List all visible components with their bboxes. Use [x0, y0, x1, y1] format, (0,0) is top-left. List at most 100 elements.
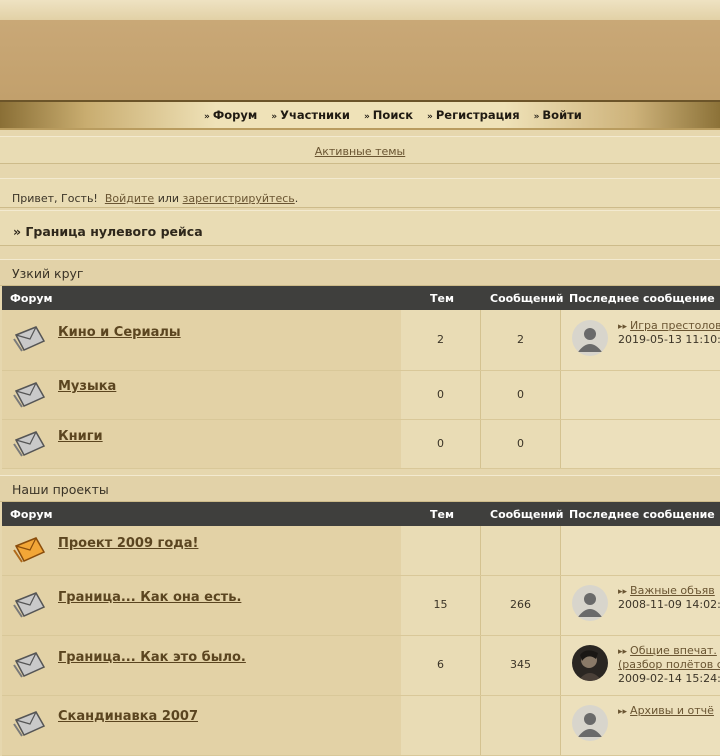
double-chevron-icon: »	[427, 112, 433, 122]
forum-link[interactable]: Граница... Как она есть.	[58, 590, 241, 605]
greeting-or: или	[157, 192, 180, 205]
last-post-date: 2009-02-14 15:24:	[618, 672, 720, 685]
last-post-title: Игра престолов	[630, 319, 720, 332]
topics-count: 2	[437, 333, 444, 346]
nav-members[interactable]: » Участники	[271, 108, 350, 122]
breadcrumb: » Граница нулевого рейса	[0, 210, 720, 246]
user-avatar-icon[interactable]	[572, 585, 608, 621]
last-post-title: Важные объяв	[630, 584, 715, 597]
posts-cell	[481, 696, 561, 755]
forum-link[interactable]: Книги	[58, 429, 103, 444]
posts-count: 266	[510, 598, 531, 611]
envelope-grey-icon	[13, 431, 46, 457]
topics-cell	[401, 696, 481, 755]
nav-register[interactable]: » Регистрация	[427, 108, 520, 122]
forum-link[interactable]: Граница... Как это было.	[58, 650, 246, 665]
nav-register-label: Регистрация	[435, 108, 520, 122]
user-avatar-icon[interactable]	[572, 705, 608, 741]
last-post-date: 2008-11-09 14:02:	[618, 598, 720, 611]
posts-count: 0	[517, 437, 524, 450]
nav-login-label: Войти	[542, 108, 582, 122]
last-post-title: Архивы и отчё	[630, 704, 714, 717]
breadcrumb-title[interactable]: » Граница нулевого рейса	[13, 224, 203, 239]
topics-count: 0	[437, 437, 444, 450]
last-post-cell: ▸▸ Игра престолов 2019-05-13 11:10:	[561, 310, 720, 370]
last-post-cell	[561, 526, 720, 575]
user-avatar-icon[interactable]	[572, 320, 608, 356]
last-post-date: 2019-05-13 11:10:	[618, 333, 720, 346]
last-post-cell: ▸▸ Архивы и отчё	[561, 696, 720, 755]
category-header: Узкий круг	[0, 259, 720, 286]
forum-row: Проект 2009 года!	[2, 526, 720, 576]
col-forum: Форум	[10, 508, 53, 521]
col-posts: Сообщений	[490, 508, 564, 521]
nav-members-label: Участники	[280, 108, 350, 122]
main-nav: » Форум » Участники » Поиск » Регистрация » В…	[0, 100, 720, 130]
last-post-link[interactable]: ▸▸ Общие впечат.	[618, 644, 717, 657]
posts-cell	[481, 526, 561, 575]
go-to-post-icon: ▸▸	[618, 647, 628, 657]
nav-forum[interactable]: » Форум	[204, 108, 257, 122]
double-chevron-icon: »	[363, 112, 370, 122]
last-post-cell	[561, 371, 720, 419]
login-link[interactable]: Войдите	[105, 192, 154, 205]
col-last: Последнее сообщение	[569, 292, 715, 305]
col-topics: Тем	[430, 508, 454, 521]
category-title: Узкий круг	[12, 266, 84, 281]
topics-count: 0	[437, 388, 444, 401]
col-last: Последнее сообщение	[569, 508, 715, 521]
forum-cell: Скандинавка 2007	[2, 696, 402, 755]
go-to-post-icon: ▸▸	[618, 322, 628, 332]
forum-cell: Книги	[2, 420, 402, 468]
forum-cell: Кино и Сериалы	[2, 310, 402, 370]
posts-cell: 0	[481, 371, 561, 419]
last-post-title-cont: (разбор полётов с	[618, 658, 720, 671]
posts-count: 0	[517, 388, 524, 401]
forum-row: Музыка 0 0	[2, 371, 720, 420]
last-post-link[interactable]: ▸▸ Игра престолов	[618, 319, 720, 332]
col-posts: Сообщений	[490, 292, 564, 305]
forum-row: Скандинавка 2007 ▸▸ Архивы и отчё	[2, 696, 720, 756]
register-link[interactable]: зарегистрируйтесь	[183, 192, 295, 205]
last-post-cell: ▸▸ Общие впечат. (разбор полётов с 2009-0…	[561, 636, 720, 695]
topics-cell: 15	[401, 576, 481, 635]
forum-link[interactable]: Скандинавка 2007	[58, 709, 198, 724]
go-to-post-icon: ▸▸	[618, 587, 628, 597]
forum-cell: Музыка	[2, 371, 402, 419]
last-post-link[interactable]: ▸▸ Архивы и отчё	[618, 704, 714, 717]
nav-search-label: Поиск	[372, 108, 414, 122]
last-post-link[interactable]: ▸▸ Важные объяв	[618, 584, 715, 597]
topics-cell: 0	[401, 420, 481, 468]
col-topics: Тем	[430, 292, 454, 305]
forum-link[interactable]: Кино и Сериалы	[58, 325, 181, 340]
double-chevron-icon: »	[204, 112, 210, 122]
forum-row: Граница... Как она есть. 15 266 ▸▸ Важные…	[2, 576, 720, 636]
posts-cell: 2	[481, 310, 561, 370]
forum-row: Граница... Как это было. 6 345 ▸▸ Общие в…	[2, 636, 720, 696]
nav-login[interactable]: » Войти	[534, 108, 582, 122]
forum-link[interactable]: Проект 2009 года!	[58, 536, 198, 551]
last-post-cell: ▸▸ Важные объяв 2008-11-09 14:02:	[561, 576, 720, 635]
user-avatar-icon[interactable]	[572, 645, 608, 681]
double-chevron-icon: »	[271, 112, 278, 122]
forum-link[interactable]: Музыка	[58, 379, 116, 394]
posts-cell: 345	[481, 636, 561, 695]
last-post-title: Общие впечат.	[630, 644, 717, 657]
greeting-text: Привет, Гость!	[12, 192, 98, 205]
nav-search[interactable]: » Поиск	[364, 108, 413, 122]
header-banner	[0, 20, 720, 100]
envelope-grey-icon	[13, 592, 46, 618]
top-strip	[0, 0, 720, 20]
active-topics-link[interactable]: Активные темы	[0, 145, 720, 158]
category-title: Наши проекты	[12, 482, 109, 497]
envelope-grey-icon	[13, 382, 46, 408]
category-header: Наши проекты	[0, 475, 720, 502]
topics-cell: 6	[401, 636, 481, 695]
last-post-link-cont[interactable]: (разбор полётов с	[618, 658, 720, 671]
forum-cell: Проект 2009 года!	[2, 526, 402, 575]
last-post-cell	[561, 420, 720, 468]
envelope-grey-icon	[13, 711, 46, 737]
go-to-post-icon: ▸▸	[618, 707, 628, 717]
envelope-grey-icon	[13, 326, 46, 352]
envelope-orange-icon	[13, 537, 46, 563]
